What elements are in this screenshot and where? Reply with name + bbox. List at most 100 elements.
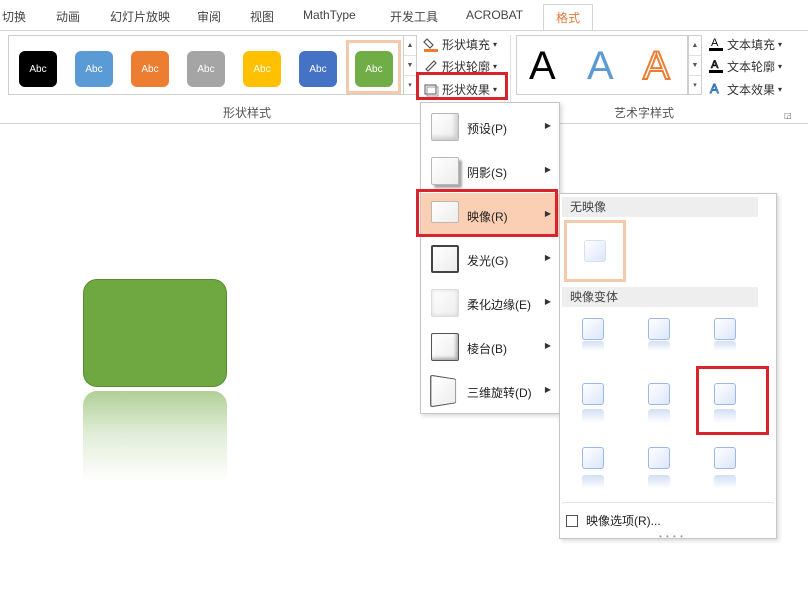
shape-style-dark-blue[interactable]: Abc bbox=[299, 51, 337, 87]
text-fill-icon: A bbox=[708, 35, 724, 54]
shape-style-blue[interactable]: Abc bbox=[75, 51, 113, 87]
menu-item-label: 三维旋转(D) bbox=[467, 386, 532, 400]
paint-bucket-icon bbox=[423, 36, 439, 52]
rounded-rectangle-shape[interactable] bbox=[83, 279, 227, 387]
menu-item-soft-edges[interactable]: 柔化边缘(E) ▶ bbox=[421, 281, 559, 325]
text-effects-button[interactable]: A 文本效果 ▾ bbox=[708, 79, 783, 99]
reflection-variation-7[interactable] bbox=[582, 447, 604, 469]
shape-effects-highlight bbox=[416, 72, 508, 100]
reflection-variation-9[interactable] bbox=[714, 447, 736, 469]
reflection-variation-9-mirror bbox=[714, 475, 736, 489]
menu-item-label: 预设(P) bbox=[467, 122, 507, 136]
resize-grip-icon[interactable]: • • • • bbox=[659, 532, 684, 541]
submenu-divider bbox=[562, 502, 774, 503]
tab-format[interactable]: 格式 bbox=[543, 4, 594, 31]
swatch-label: Abc bbox=[365, 63, 383, 75]
reflection-variation-5-mirror bbox=[648, 409, 670, 423]
reflection-variation-7-mirror bbox=[582, 475, 604, 489]
text-effects-label: 文本效果 bbox=[727, 82, 776, 97]
reflection-variation-3-mirror bbox=[714, 341, 736, 351]
no-reflection-header: 无映像 bbox=[562, 197, 758, 217]
svg-text:A: A bbox=[711, 37, 719, 49]
chevron-right-icon: ▶ bbox=[544, 121, 551, 130]
chevron-right-icon: ▶ bbox=[544, 165, 551, 174]
shape-style-gray[interactable]: Abc bbox=[187, 51, 225, 87]
text-effects-icon: A bbox=[708, 80, 724, 99]
gallery-up-button[interactable]: ▲ bbox=[404, 36, 416, 56]
wordart-style-black[interactable]: A bbox=[529, 44, 556, 88]
menu-item-preset[interactable]: 预设(P) ▶ bbox=[421, 105, 559, 149]
tab-review[interactable]: 审阅 bbox=[197, 8, 221, 25]
tab-view[interactable]: 视图 bbox=[250, 8, 274, 25]
reflection-variation-8[interactable] bbox=[648, 447, 670, 469]
no-reflection-option[interactable] bbox=[564, 220, 626, 282]
swatch-label: Abc bbox=[309, 63, 327, 75]
shape-reflection bbox=[83, 391, 227, 481]
shape-style-orange[interactable]: Abc bbox=[131, 51, 169, 87]
reflection-variations-header: 映像变体 bbox=[562, 287, 758, 307]
swatch-label: Abc bbox=[29, 63, 47, 75]
text-fill-button[interactable]: A 文本填充 ▾ bbox=[708, 34, 782, 54]
chevron-right-icon: ▶ bbox=[544, 341, 551, 350]
tab-mathtype[interactable]: MathType bbox=[303, 8, 356, 22]
menu-item-shadow[interactable]: 阴影(S) ▶ bbox=[421, 149, 559, 193]
text-outline-label: 文本轮廓 bbox=[727, 59, 776, 74]
reflection-variation-3[interactable] bbox=[714, 318, 736, 340]
reflection-variation-1[interactable] bbox=[582, 318, 604, 340]
chevron-right-icon: ▶ bbox=[544, 253, 551, 262]
reflection-options-icon bbox=[566, 514, 578, 527]
reflection-variation-2-mirror bbox=[648, 341, 670, 351]
3d-rotation-icon bbox=[430, 374, 457, 408]
bevel-icon bbox=[431, 333, 459, 361]
menu-item-label: 阴影(S) bbox=[467, 166, 507, 180]
tab-developer[interactable]: 开发工具 bbox=[390, 8, 438, 25]
reflection-variation-4-mirror bbox=[582, 409, 604, 423]
tab-slideshow[interactable]: 幻灯片放映 bbox=[110, 8, 170, 25]
wordart-up-button[interactable]: ▲ bbox=[689, 36, 701, 56]
wordart-down-button[interactable]: ▼ bbox=[689, 56, 701, 76]
menu-item-label: 发光(G) bbox=[467, 254, 509, 268]
wordart-group-label: 艺术字样式 bbox=[614, 106, 675, 120]
selected-variation-highlight bbox=[696, 366, 769, 435]
reflection-variation-1-mirror bbox=[582, 341, 604, 351]
text-outline-button[interactable]: A 文本轮廓 ▾ bbox=[708, 56, 782, 76]
text-fill-label: 文本填充 bbox=[727, 37, 776, 52]
svg-text:A: A bbox=[710, 81, 719, 96]
menu-item-label: 棱台(B) bbox=[467, 342, 507, 356]
dialog-launcher-icon[interactable]: ◲ bbox=[784, 111, 792, 120]
chevron-right-icon: ▶ bbox=[544, 385, 551, 394]
wordart-style-orange-outline[interactable]: A bbox=[642, 43, 671, 89]
menu-item-glow[interactable]: 发光(G) ▶ bbox=[421, 237, 559, 281]
shape-styles-group-label: 形状样式 bbox=[223, 106, 272, 120]
gallery-more-button[interactable]: ▾ bbox=[404, 76, 416, 96]
tab-transitions[interactable]: 切换 bbox=[2, 8, 26, 25]
menu-item-3d-rotation[interactable]: 三维旋转(D) ▶ bbox=[421, 369, 559, 413]
shadow-icon bbox=[431, 157, 459, 185]
wordart-gallery: A A A bbox=[516, 35, 688, 95]
wordart-more-button[interactable]: ▾ bbox=[689, 76, 701, 96]
shape-style-black[interactable]: Abc bbox=[19, 51, 57, 87]
shape-fill-label: 形状填充 bbox=[442, 37, 491, 52]
svg-text:A: A bbox=[711, 59, 719, 71]
reflection-variation-2[interactable] bbox=[648, 318, 670, 340]
wordart-style-blue[interactable]: A bbox=[587, 44, 614, 88]
reflection-variation-8-mirror bbox=[648, 475, 670, 489]
shape-fill-button[interactable]: 形状填充 ▾ bbox=[423, 34, 497, 54]
gallery-down-button[interactable]: ▼ bbox=[404, 56, 416, 76]
chevron-right-icon: ▶ bbox=[544, 297, 551, 306]
shape-style-gold[interactable]: Abc bbox=[243, 51, 281, 87]
menu-item-bevel[interactable]: 棱台(B) ▶ bbox=[421, 325, 559, 369]
shape-styles-gallery: Abc Abc Abc Abc Abc Abc Abc bbox=[8, 35, 404, 95]
tab-acrobat[interactable]: ACROBAT bbox=[466, 8, 523, 22]
reflection-variation-4[interactable] bbox=[582, 383, 604, 405]
reflection-variation-5[interactable] bbox=[648, 383, 670, 405]
preset-icon bbox=[431, 113, 459, 141]
no-reflection-thumb bbox=[584, 240, 606, 262]
menu-item-label: 柔化边缘(E) bbox=[467, 298, 531, 312]
tab-animations[interactable]: 动画 bbox=[56, 8, 80, 25]
swatch-label: Abc bbox=[85, 63, 103, 75]
reflection-options-button[interactable]: 映像选项(R)... bbox=[566, 512, 661, 529]
shape-style-green[interactable]: Abc bbox=[355, 51, 393, 87]
shape-effects-menu: 预设(P) ▶ 阴影(S) ▶ 映像(R) ▶ 发光(G) ▶ 柔化边缘(E) … bbox=[420, 102, 560, 414]
swatch-label: Abc bbox=[197, 63, 215, 75]
